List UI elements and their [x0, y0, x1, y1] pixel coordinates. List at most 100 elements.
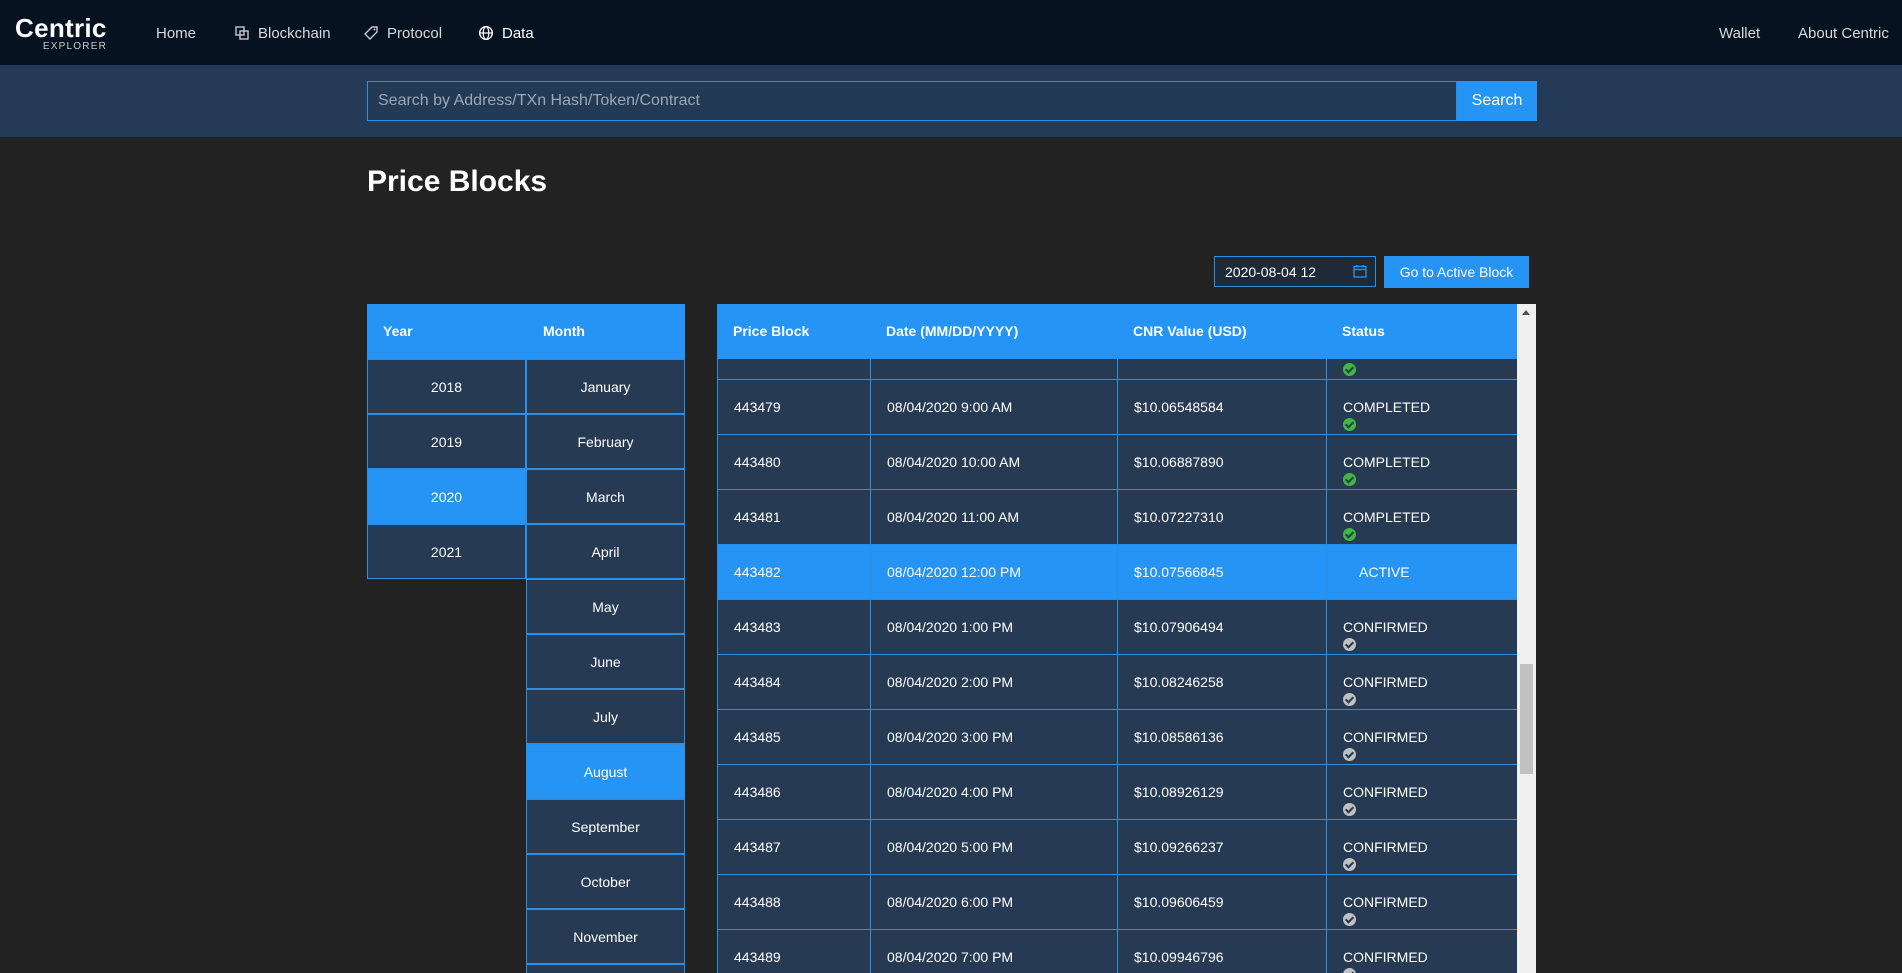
cell-status: CONFIRMED	[1343, 729, 1428, 761]
month-item[interactable]: November	[526, 909, 685, 964]
header-date: Date (MM/DD/YYYY)	[886, 323, 1019, 339]
table-row[interactable]: 443485 08/04/2020 3:00 PM $10.08586136 CONF…	[717, 710, 1517, 765]
nav-protocol[interactable]: Protocol	[363, 22, 442, 44]
confirmed-check-icon	[1343, 748, 1356, 761]
nav-home[interactable]: Home	[156, 22, 196, 44]
column-divider	[1326, 875, 1327, 930]
table-body: 44347808/04/2020 8:00 AM$10.06209392COMP…	[717, 325, 1517, 973]
page-title: Price Blocks	[367, 165, 548, 198]
nav-blockchain-label: Blockchain	[258, 24, 331, 42]
scroll-thumb[interactable]	[1520, 664, 1533, 774]
cell-price-block: 443479	[734, 399, 781, 415]
cell-cnr-value: $10.08246258	[1134, 674, 1224, 690]
nav-blockchain[interactable]: Blockchain	[234, 22, 331, 44]
scroll-up-arrow-icon[interactable]	[1522, 310, 1530, 315]
status-text: CONFIRMED	[1343, 784, 1428, 800]
column-divider	[870, 435, 871, 490]
year-item[interactable]: 2018	[367, 359, 526, 414]
header-status: Status	[1342, 323, 1385, 339]
month-item[interactable]: July	[526, 689, 685, 744]
header-cnr-value: CNR Value (USD)	[1133, 323, 1247, 339]
cell-price-block: 443488	[734, 894, 781, 910]
confirmed-check-icon	[1343, 693, 1356, 706]
nav-about[interactable]: About Centric	[1798, 22, 1889, 44]
month-item[interactable]: May	[526, 579, 685, 634]
month-item[interactable]: October	[526, 854, 685, 909]
cell-price-block: 443481	[734, 509, 781, 525]
column-divider	[1117, 820, 1118, 875]
cell-status: CONFIRMED	[1343, 674, 1428, 706]
month-item[interactable]: January	[526, 359, 685, 414]
date-picker[interactable]: 2020-08-04 12	[1214, 256, 1376, 287]
table-scrollbar[interactable]	[1517, 304, 1536, 973]
year-item-selected[interactable]: 2020	[367, 469, 526, 524]
column-divider	[1326, 655, 1327, 710]
nav-home-label: Home	[156, 24, 197, 42]
nav-data[interactable]: Data	[478, 22, 534, 44]
cell-date: 08/04/2020 11:00 AM	[887, 509, 1020, 525]
table-row[interactable]: 443487 08/04/2020 5:00 PM $10.09266237 CONF…	[717, 820, 1517, 875]
cell-price-block: 443483	[734, 619, 781, 635]
calendar-icon[interactable]	[1353, 264, 1367, 278]
cell-status: CONFIRMED	[1343, 894, 1428, 926]
column-divider	[870, 380, 871, 435]
column-divider	[1326, 820, 1327, 875]
cell-date: 08/04/2020 6:00 PM	[887, 894, 1014, 910]
table-header: Price Block Date (MM/DD/YYYY) CNR Value …	[717, 304, 1517, 359]
column-divider	[1326, 600, 1327, 655]
column-divider	[1117, 710, 1118, 765]
month-item[interactable]: February	[526, 414, 685, 469]
table-row[interactable]: 443480 08/04/2020 10:00 AM $10.06887890 COM…	[717, 435, 1517, 490]
status-text: ACTIVE	[1359, 564, 1410, 580]
column-divider	[1117, 875, 1118, 930]
month-item[interactable]: April	[526, 524, 685, 579]
month-item[interactable]	[526, 964, 685, 973]
status-text: COMPLETED	[1343, 399, 1431, 415]
column-divider	[870, 490, 871, 545]
confirmed-check-icon	[1343, 638, 1356, 651]
month-item[interactable]: March	[526, 469, 685, 524]
table-row[interactable]: 443481 08/04/2020 11:00 AM $10.07227310 COM…	[717, 490, 1517, 545]
nav-wallet[interactable]: Wallet	[1719, 22, 1760, 44]
cell-cnr-value: $10.08926129	[1134, 784, 1224, 800]
column-divider	[870, 600, 871, 655]
table-row[interactable]: 443489 08/04/2020 7:00 PM $10.09946796 CONF…	[717, 930, 1517, 973]
column-divider	[1326, 380, 1327, 435]
month-item-selected[interactable]: August	[526, 744, 685, 799]
table-row[interactable]: 443486 08/04/2020 4:00 PM $10.08926129 CONF…	[717, 765, 1517, 820]
table-row[interactable]: 443488 08/04/2020 6:00 PM $10.09606459 CONF…	[717, 875, 1517, 930]
cell-cnr-value: $10.07906494	[1134, 619, 1224, 635]
status-text: COMPLETED	[1343, 509, 1431, 525]
cell-price-block: 443484	[734, 674, 781, 690]
table-row[interactable]: 443483 08/04/2020 1:00 PM $10.07906494 CONF…	[717, 600, 1517, 655]
status-text: CONFIRMED	[1343, 894, 1428, 910]
search-input[interactable]	[367, 81, 1457, 121]
check-circle-icon	[1343, 363, 1356, 376]
cell-date: 08/04/2020 7:00 PM	[887, 949, 1014, 965]
go-to-active-block-button[interactable]: Go to Active Block	[1384, 256, 1529, 288]
column-divider	[1326, 490, 1327, 545]
blocks-icon	[235, 26, 249, 40]
year-list: 2018 2019 2020 2021	[367, 359, 526, 579]
logo[interactable]: Centric EXPLORER	[15, 14, 110, 54]
cell-price-block: 443482	[734, 564, 781, 580]
price-block-table: Price Block Date (MM/DD/YYYY) CNR Value …	[717, 304, 1536, 973]
cell-date: 08/04/2020 12:00 PM	[887, 564, 1021, 580]
table-row[interactable]: 443484 08/04/2020 2:00 PM $10.08246258 CONF…	[717, 655, 1517, 710]
check-circle-icon	[1343, 473, 1356, 486]
month-item[interactable]: September	[526, 799, 685, 854]
column-divider	[1117, 490, 1118, 545]
month-item[interactable]: June	[526, 634, 685, 689]
cell-price-block: 443486	[734, 784, 781, 800]
column-divider	[1117, 930, 1118, 973]
search-button[interactable]: Search	[1457, 81, 1537, 121]
status-text: CONFIRMED	[1343, 674, 1428, 690]
table-row[interactable]: 443479 08/04/2020 9:00 AM $10.06548584 COMP…	[717, 380, 1517, 435]
year-item[interactable]: 2021	[367, 524, 526, 579]
check-circle-icon	[1343, 528, 1356, 541]
cell-status: CONFIRMED	[1343, 949, 1428, 973]
column-divider	[1326, 545, 1327, 600]
table-row-active[interactable]: 443482 08/04/2020 12:00 PM $10.07566845 ACT…	[717, 545, 1517, 600]
year-item[interactable]: 2019	[367, 414, 526, 469]
confirmed-check-icon	[1343, 803, 1356, 816]
